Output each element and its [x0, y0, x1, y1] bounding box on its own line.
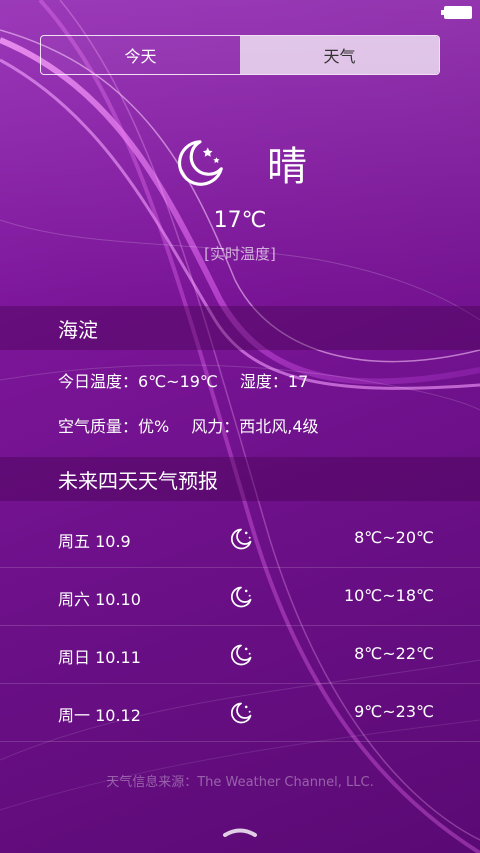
forecast-row: 周六 10.10 10℃~18℃: [0, 568, 480, 626]
moon-stars-icon: [230, 528, 252, 550]
forecast-day: 周日 10.11: [58, 648, 141, 667]
forecast-day: 周五 10.9: [58, 532, 131, 551]
temperature-note: [实时温度]: [204, 245, 276, 263]
data-source: 天气信息来源：The Weather Channel, LLC.: [106, 775, 374, 790]
humidity-label: 湿度：: [239, 372, 288, 391]
city-name: 海淀: [58, 317, 98, 342]
forecast-range: 9℃~23℃: [354, 702, 434, 721]
moon-stars-icon: [178, 140, 223, 186]
tab-weather[interactable]: 天气: [240, 36, 439, 74]
forecast-day: 周一 10.12: [58, 706, 141, 725]
forecast-day: 周六 10.10: [58, 590, 141, 609]
today-temp-value: 6℃~19℃: [138, 372, 218, 391]
moon-stars-icon: [230, 644, 252, 666]
moon-stars-icon: [230, 586, 252, 608]
forecast-header: 未来四天天气预报: [0, 457, 480, 501]
wind-value: 西北风,4级: [239, 417, 319, 436]
forecast-list: 周五 10.9 8℃~20℃ 周六 10.10 10℃~18℃ 周日 10.11…: [0, 510, 480, 742]
condition-text: 晴: [267, 144, 309, 190]
air-wind-details: 空气质量：优% 风力：西北风,4级: [58, 413, 319, 437]
forecast-range: 8℃~20℃: [354, 528, 434, 547]
forecast-row: 周一 10.12 9℃~23℃: [0, 684, 480, 742]
forecast-row: 周五 10.9 8℃~20℃: [0, 510, 480, 568]
forecast-range: 10℃~18℃: [343, 586, 434, 605]
city-header: 海淀: [0, 306, 480, 350]
forecast-title: 未来四天天气预报: [58, 468, 218, 493]
current-condition: 晴: [0, 128, 480, 198]
today-temp-label: 今日温度：: [58, 372, 139, 391]
today-details: 今日温度：6℃~19℃ 湿度：17: [58, 368, 308, 392]
pull-up-handle-icon[interactable]: [222, 826, 258, 838]
tab-switcher: 今天 天气: [40, 35, 440, 75]
current-temperature: 17℃: [213, 208, 267, 233]
battery-icon: [441, 6, 472, 19]
tab-today[interactable]: 今天: [41, 36, 240, 74]
moon-stars-icon: [230, 702, 252, 724]
humidity-value: 17: [287, 372, 309, 391]
air-quality-label: 空气质量：: [58, 417, 139, 436]
air-quality-value: 优%: [138, 417, 170, 436]
forecast-range: 8℃~22℃: [354, 644, 434, 663]
wind-label: 风力：: [191, 417, 240, 436]
forecast-row: 周日 10.11 8℃~22℃: [0, 626, 480, 684]
